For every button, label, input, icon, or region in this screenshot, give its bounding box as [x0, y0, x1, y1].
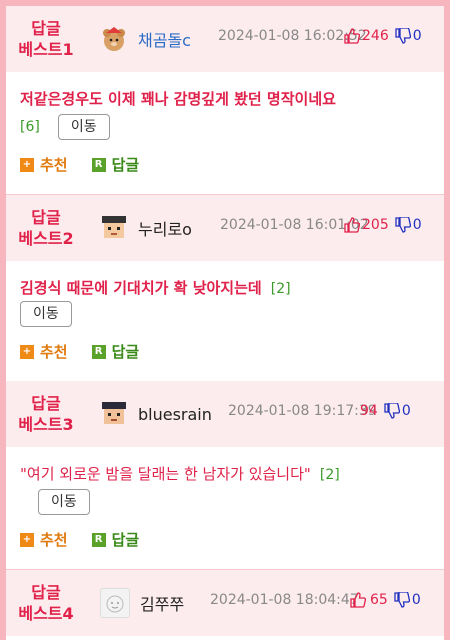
reply-header: 답글 베스트1 채곰돌c 2024-01-08 16:02:52 246 0 — [6, 6, 444, 72]
vote-box: 205 0 — [344, 217, 422, 233]
reply-label: 답글 — [111, 531, 140, 549]
dislike-count: 0 — [401, 403, 411, 419]
reply-text: 저같은경우도 이제 꽤나 감명깊게 봤던 명작이네요 — [20, 90, 336, 108]
rank-number: 베스트4 — [18, 604, 74, 623]
rank-number: 베스트3 — [18, 415, 74, 434]
r-square-icon: R — [91, 344, 106, 359]
reply-actions: + 추천 R 답글 — [20, 154, 430, 175]
thumbs-up-icon[interactable] — [344, 28, 360, 44]
comment-count: [6] — [20, 119, 40, 135]
reply-label: 답글 — [111, 156, 140, 174]
reply-body: "여기 외로운 밤을 달래는 한 남자가 있습니다" [2] 이동 + 추천 R… — [6, 447, 444, 569]
vote-box: 94 0 — [360, 403, 411, 419]
reply-label: 답글 — [111, 343, 140, 361]
reply-header: 답글 베스트4 김쭈쭈 2024-01-08 18:04:47 65 0 — [6, 570, 444, 636]
reply-meta-row: 이동 — [20, 489, 430, 515]
plus-square-icon: + — [20, 344, 34, 359]
thumbs-up-icon[interactable] — [350, 592, 366, 608]
post-date: 2024-01-08 19:17:39 — [228, 403, 377, 419]
reply-header: 답글 베스트2 누리로o 2024-01-08 16:01:02 205 0 — [6, 195, 444, 261]
best-reply-card: 답글 베스트3 bluesrain 2024-01-08 19:17:39 94 — [6, 381, 444, 570]
reply-button[interactable]: R 답글 — [91, 341, 140, 362]
reply-content: "여기 외로운 밤을 달래는 한 남자가 있습니다" [2] — [20, 447, 430, 485]
author-name[interactable]: 채곰돌c — [138, 27, 220, 51]
avatar[interactable] — [100, 25, 128, 53]
recommend-button[interactable]: + 추천 — [20, 529, 68, 550]
pixel-character-avatar-icon — [102, 402, 126, 424]
recommend-button[interactable]: + 추천 — [20, 154, 68, 175]
recommend-label: 추천 — [40, 156, 68, 174]
r-square-icon: R — [91, 532, 106, 547]
thumbs-up-icon[interactable] — [344, 217, 360, 233]
comment-count: [2] — [319, 467, 340, 483]
dislike-count: 0 — [411, 592, 421, 608]
vote-box: 65 0 — [350, 592, 421, 608]
thumbs-down-icon[interactable] — [395, 217, 411, 233]
best-replies-panel: 답글 베스트1 채곰돌c 2024-01-08 16:02:52 246 0 저… — [6, 6, 444, 640]
r-square-icon: R — [91, 157, 106, 172]
reply-meta-row: 이동 — [20, 301, 430, 327]
recommend-label: 추천 — [40, 531, 68, 549]
reply-content: 저같은경우도 이제 꽤나 감명깊게 봤던 명작이네요 — [20, 72, 430, 110]
plus-square-icon: + — [20, 532, 34, 547]
vote-box: 246 0 — [344, 28, 422, 44]
rank-label: 답글 — [31, 394, 61, 413]
author-name[interactable]: 누리로o — [138, 216, 220, 240]
reply-actions: + 추천 R 답글 — [20, 529, 430, 550]
like-count: 94 — [360, 403, 378, 419]
comment-count: [2] — [270, 281, 291, 297]
best-reply-card: 답글 베스트1 채곰돌c 2024-01-08 16:02:52 246 0 저… — [6, 6, 444, 195]
reply-button[interactable]: R 답글 — [91, 154, 140, 175]
like-count: 65 — [370, 592, 388, 608]
rank-badge: 답글 베스트1 — [6, 18, 86, 60]
reply-body: 김경식 때문에 기대치가 확 낮아지는데 [2] 이동 + 추천 R 답글 — [6, 261, 444, 381]
reply-button[interactable]: R 답글 — [91, 529, 140, 550]
reply-meta-row: [6] 이동 — [20, 114, 430, 140]
move-button[interactable]: 이동 — [57, 114, 110, 140]
dislike-count: 0 — [412, 217, 422, 233]
rank-label: 답글 — [31, 208, 61, 227]
thumbs-down-icon[interactable] — [384, 403, 400, 419]
reply-text: 김경식 때문에 기대치가 확 낮아지는데 — [20, 279, 262, 297]
reply-text: "여기 외로운 밤을 달래는 한 남자가 있습니다" — [20, 465, 311, 483]
move-button[interactable]: 이동 — [20, 301, 72, 327]
reply-content: 김경식 때문에 기대치가 확 낮아지는데 [2] — [20, 261, 430, 299]
rank-number: 베스트2 — [18, 229, 74, 248]
bear-avatar-icon — [103, 27, 125, 51]
post-date: 2024-01-08 18:04:47 — [210, 592, 359, 608]
plus-square-icon: + — [20, 157, 34, 172]
doodle-avatar-icon — [106, 595, 124, 613]
best-reply-card: 답글 베스트4 김쭈쭈 2024-01-08 18:04:47 65 0 — [6, 570, 444, 636]
thumbs-down-icon[interactable] — [395, 28, 411, 44]
rank-badge: 답글 베스트3 — [6, 393, 86, 435]
like-count: 246 — [362, 28, 389, 44]
rank-label: 답글 — [31, 583, 61, 602]
reply-header: 답글 베스트3 bluesrain 2024-01-08 19:17:39 94 — [6, 381, 444, 447]
like-count: 205 — [362, 217, 389, 233]
move-button[interactable]: 이동 — [38, 489, 90, 515]
thumbs-down-icon[interactable] — [394, 592, 410, 608]
rank-label: 답글 — [31, 19, 61, 38]
pixel-character-avatar-icon — [102, 216, 126, 238]
rank-badge: 답글 베스트2 — [6, 207, 86, 249]
best-reply-card: 답글 베스트2 누리로o 2024-01-08 16:01:02 205 0 김… — [6, 195, 444, 381]
author-name[interactable]: bluesrain — [138, 405, 220, 424]
reply-actions: + 추천 R 답글 — [20, 341, 430, 362]
recommend-button[interactable]: + 추천 — [20, 341, 68, 362]
dislike-count: 0 — [412, 28, 422, 44]
rank-badge: 답글 베스트4 — [6, 582, 86, 624]
rank-number: 베스트1 — [18, 40, 74, 59]
avatar[interactable] — [100, 588, 130, 618]
avatar[interactable] — [100, 214, 128, 242]
recommend-label: 추천 — [40, 343, 68, 361]
reply-body: 저같은경우도 이제 꽤나 감명깊게 봤던 명작이네요 [6] 이동 + 추천 R… — [6, 72, 444, 194]
avatar[interactable] — [100, 400, 128, 428]
